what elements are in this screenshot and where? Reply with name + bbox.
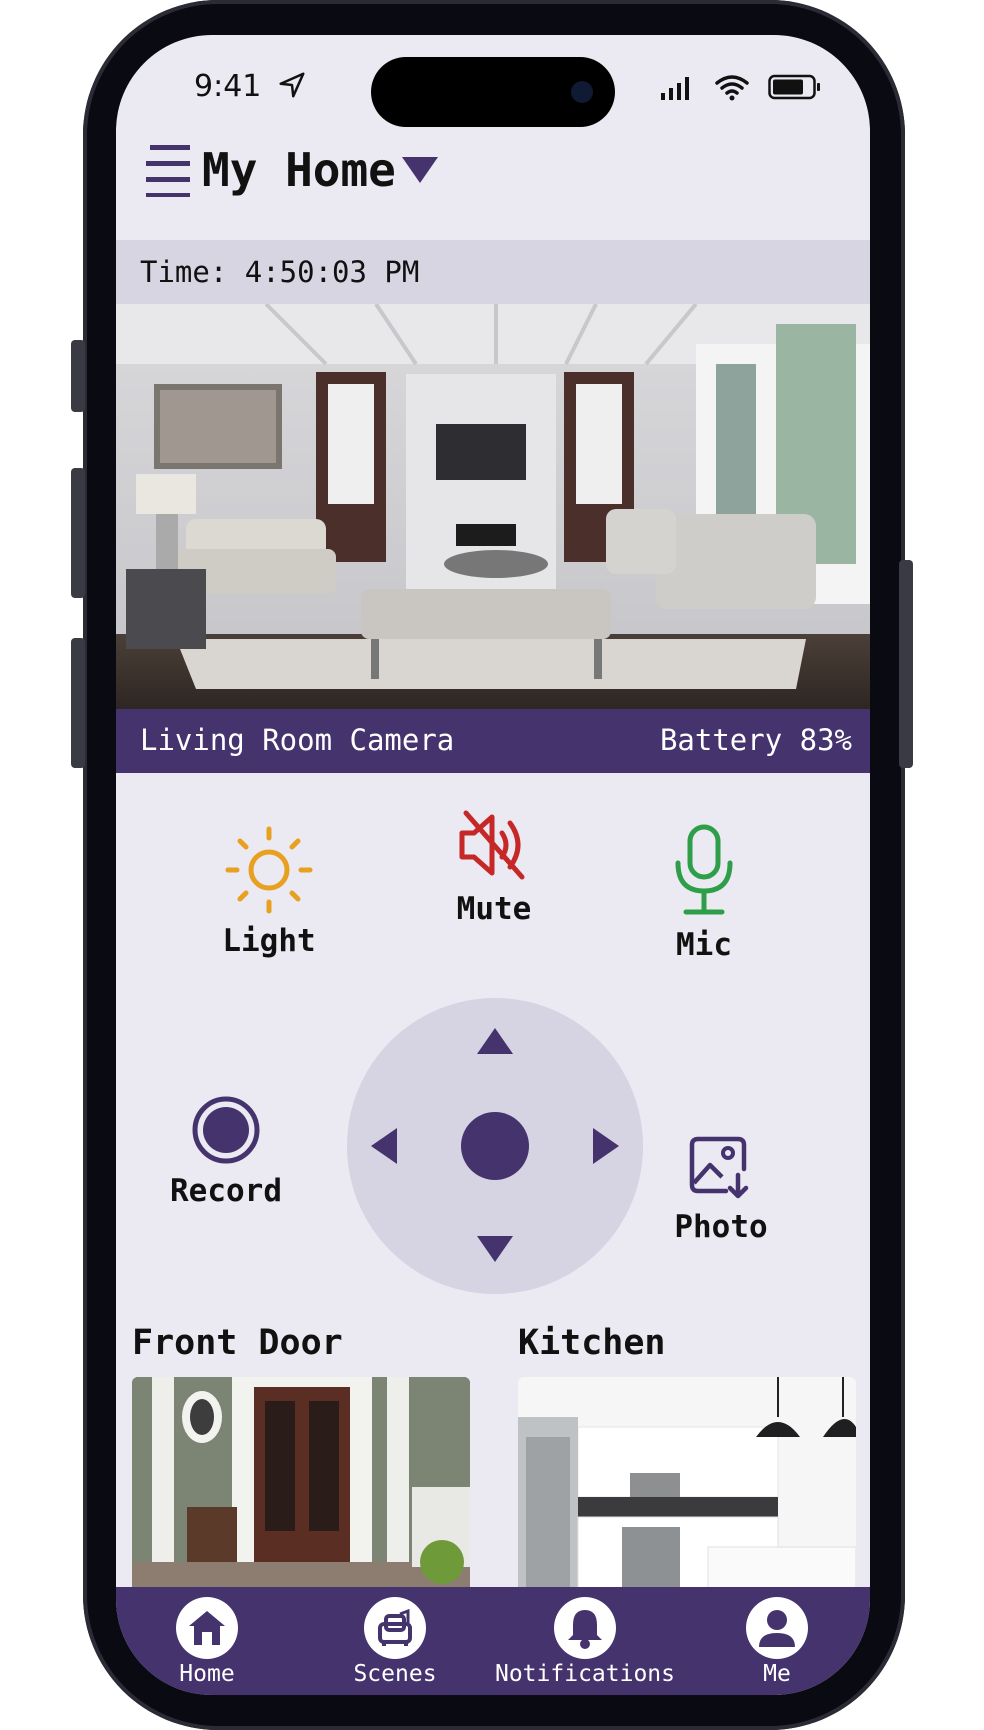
room-title-kitchen: Kitchen — [518, 1323, 666, 1363]
pan-up-arrow-icon[interactable] — [475, 1026, 515, 1056]
light-button[interactable]: Light — [211, 825, 327, 959]
mic-button[interactable]: Mic — [656, 823, 752, 963]
bottom-tab-bar: Home Scenes Notifications Me — [116, 1587, 870, 1695]
home-icon — [176, 1597, 238, 1659]
camera-name: Living Room Camera — [140, 723, 455, 757]
record-button[interactable]: Record — [148, 1095, 304, 1209]
scenes-icon — [364, 1597, 426, 1659]
menu-icon[interactable] — [144, 143, 194, 197]
tab-scenes[interactable]: Scenes — [353, 1597, 437, 1687]
wifi-icon — [715, 75, 749, 101]
sun-icon — [225, 826, 313, 914]
volume-up-button — [71, 468, 85, 598]
microphone-icon — [675, 824, 733, 915]
volume-down-button — [71, 638, 85, 768]
front-camera — [571, 81, 593, 103]
tab-notifications[interactable]: Notifications — [490, 1597, 680, 1687]
pan-left-arrow-icon[interactable] — [369, 1126, 399, 1166]
app-screen: 9:41 My Home Time: 4:50:03 PM Living Roo… — [116, 35, 870, 1695]
tab-notifications-label: Notifications — [494, 1661, 675, 1687]
tab-home-label: Home — [179, 1661, 235, 1687]
home-title[interactable]: My Home — [202, 143, 396, 197]
battery-icon — [768, 74, 820, 100]
record-label: Record — [170, 1173, 282, 1209]
signal-icon — [661, 77, 689, 100]
pan-right-arrow-icon[interactable] — [591, 1126, 621, 1166]
tab-home[interactable]: Home — [174, 1597, 240, 1687]
room-title-front-door: Front Door — [132, 1323, 343, 1363]
status-time-text: 9:41 — [194, 69, 262, 104]
mute-label: Mute — [456, 891, 532, 927]
action-button — [71, 340, 85, 412]
speaker-muted-icon — [459, 810, 525, 880]
header: My Home — [144, 135, 440, 205]
user-icon — [746, 1597, 808, 1659]
status-icons — [660, 73, 822, 101]
kitchen-camera-thumbnail[interactable] — [518, 1377, 856, 1589]
power-button — [899, 560, 913, 768]
front-door-camera-thumbnail[interactable] — [132, 1377, 470, 1589]
tab-scenes-label: Scenes — [353, 1661, 437, 1687]
photo-label: Photo — [674, 1209, 768, 1245]
pan-tilt-pad — [347, 998, 643, 1294]
camera-info-bar: Living Room Camera Battery 83% — [116, 709, 870, 773]
photo-button[interactable]: Photo — [656, 1135, 786, 1245]
pan-down-arrow-icon[interactable] — [475, 1234, 515, 1264]
pan-center-button[interactable] — [461, 1112, 529, 1180]
status-time: 9:41 — [194, 69, 307, 104]
dynamic-island — [371, 57, 615, 127]
time-text: Time: 4:50:03 PM — [140, 255, 420, 289]
record-icon — [192, 1096, 260, 1164]
mic-label: Mic — [676, 927, 732, 963]
dropdown-triangle-icon[interactable] — [400, 155, 440, 185]
location-arrow-icon — [279, 72, 305, 98]
tab-me-label: Me — [763, 1661, 791, 1687]
light-label: Light — [222, 923, 316, 959]
living-room-camera-feed[interactable] — [116, 304, 870, 709]
mute-button[interactable]: Mute — [428, 807, 560, 927]
time-bar: Time: 4:50:03 PM — [116, 240, 870, 304]
camera-battery: Battery 83% — [659, 723, 852, 757]
bell-icon — [554, 1597, 616, 1659]
save-photo-icon — [689, 1136, 749, 1199]
tab-me[interactable]: Me — [744, 1597, 810, 1687]
